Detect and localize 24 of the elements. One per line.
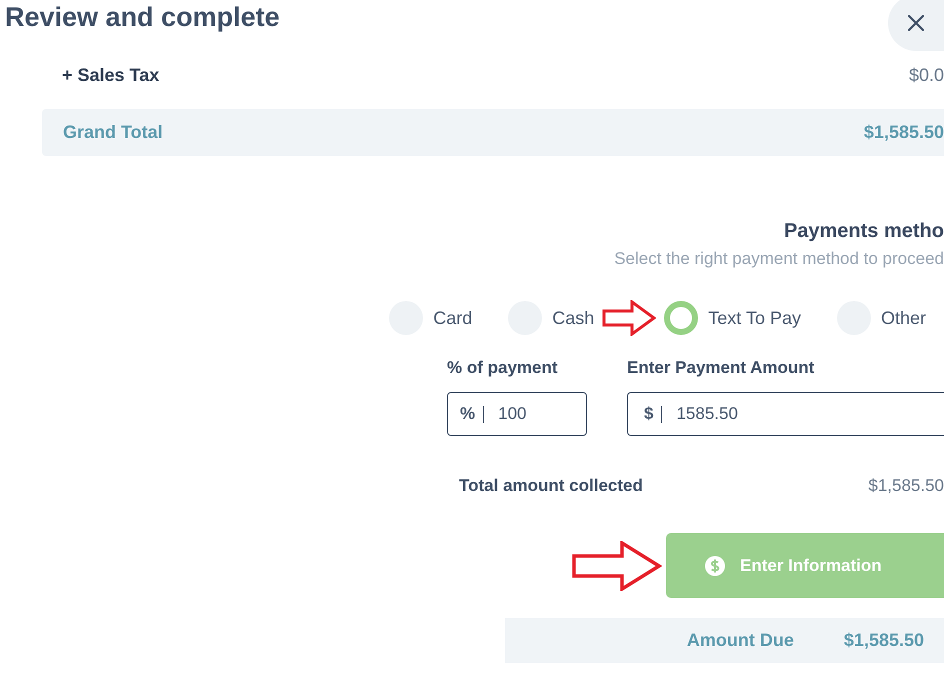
grand-total-label: Grand Total xyxy=(63,122,163,143)
payments-subtitle: Select the right payment method to proceed xyxy=(614,248,944,270)
payments-heading: Payments metho xyxy=(784,219,944,244)
payment-method-option[interactable]: Text To Pay xyxy=(664,301,801,335)
payment-method-option[interactable]: Card xyxy=(389,301,472,335)
dollar-icon xyxy=(704,554,726,576)
payment-method-option[interactable]: Other xyxy=(836,301,926,335)
radio-button[interactable] xyxy=(664,301,698,335)
payment-method-option[interactable]: Cash xyxy=(508,301,594,335)
annotation-arrow xyxy=(602,300,656,336)
close-button[interactable] xyxy=(888,0,944,51)
close-icon xyxy=(906,13,926,33)
total-collected-label: Total amount collected xyxy=(459,476,643,496)
total-collected-value: $1,585.50 xyxy=(868,476,944,496)
dialog-title: Review and complete xyxy=(4,1,280,34)
sales-tax-value: $0.0 xyxy=(908,64,944,86)
amount-due-label: Amount Due xyxy=(686,630,794,651)
percent-label: % of payment xyxy=(447,358,558,378)
amount-due-value: $1,585.50 xyxy=(844,630,924,651)
amount-label: Enter Payment Amount xyxy=(627,358,814,378)
grand-total-value: $1,585.50 xyxy=(864,122,944,143)
sales-tax-label: + Sales Tax xyxy=(62,64,160,86)
amount-field[interactable]: $ 1585.50 xyxy=(627,392,944,436)
percent-field[interactable]: % 100 xyxy=(447,392,587,436)
